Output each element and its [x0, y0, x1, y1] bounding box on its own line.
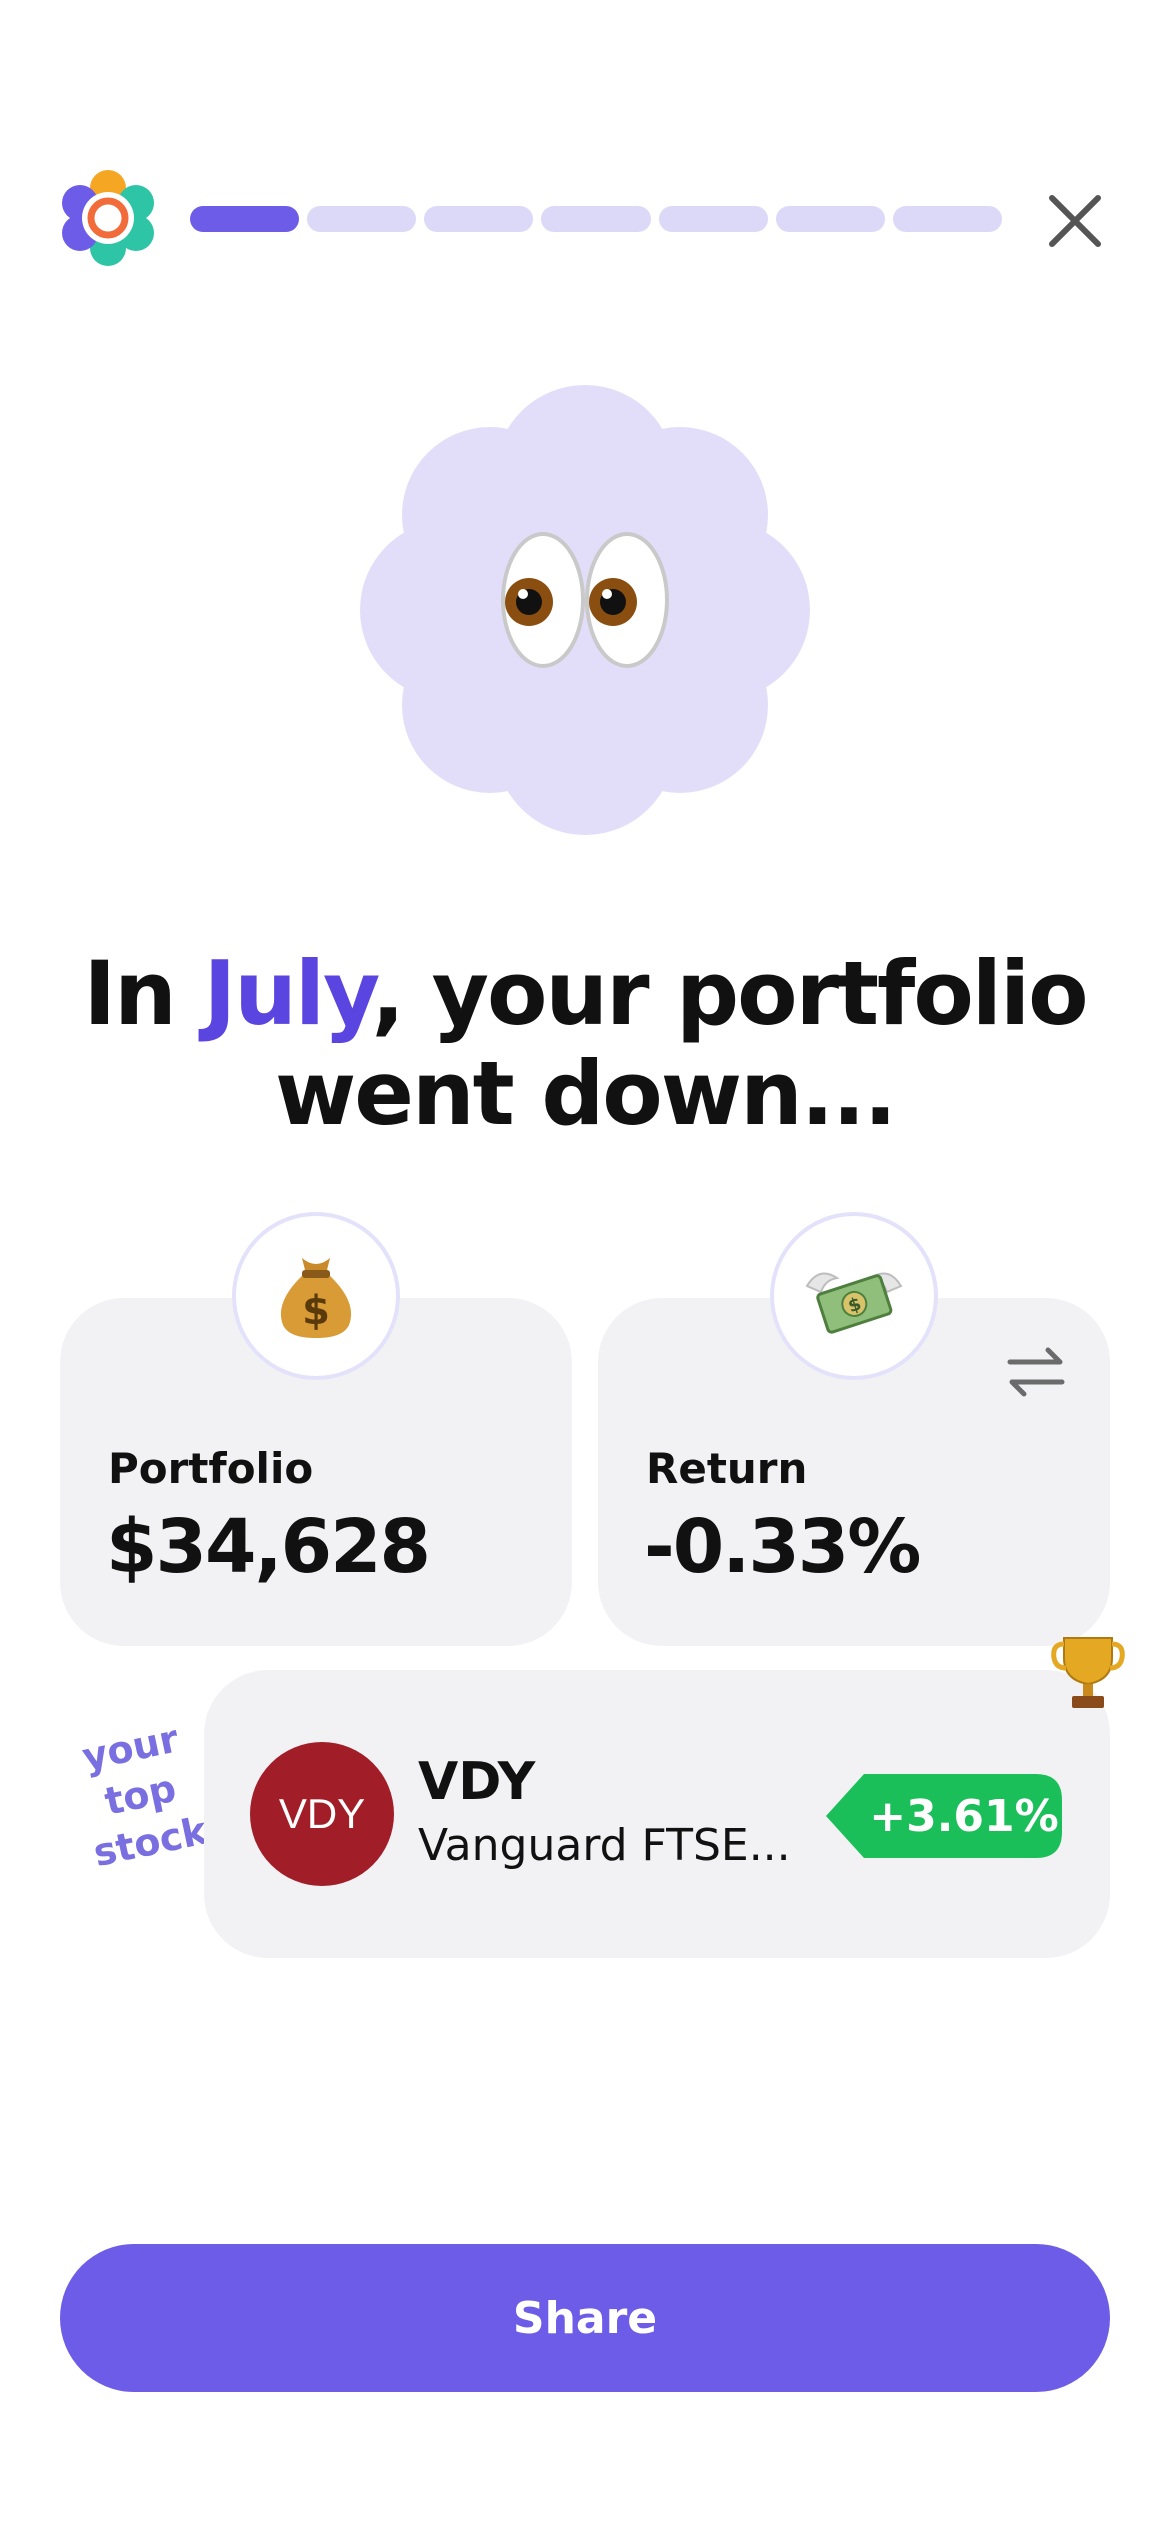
portfolio-label: Portfolio — [108, 1444, 314, 1493]
progress-segment-7 — [892, 206, 1002, 232]
return-value: -0.33% — [644, 1504, 921, 1590]
close-button[interactable] — [1040, 186, 1110, 256]
top-stock-note: your top stock — [52, 1709, 229, 1881]
hero-illustration — [355, 380, 815, 840]
progress-segment-1 — [190, 206, 300, 232]
progress-segment-2 — [307, 206, 417, 232]
swap-arrows-icon[interactable] — [1004, 1344, 1068, 1400]
share-button[interactable]: Share — [60, 2244, 1110, 2392]
title-prefix: In — [83, 942, 204, 1045]
portfolio-value: $34,628 — [106, 1504, 431, 1590]
app-logo-icon — [58, 168, 158, 268]
stock-change-badge: +3.61% — [826, 1774, 1062, 1858]
progress-segment-4 — [541, 206, 651, 232]
progress-segment-5 — [658, 206, 768, 232]
money-wings-bubble: $ — [770, 1212, 938, 1380]
stock-change-value: +3.61% — [869, 1790, 1059, 1842]
progress-segment-3 — [424, 206, 534, 232]
swap-button[interactable] — [1004, 1344, 1068, 1400]
eyes-emoji-icon — [501, 532, 669, 668]
svg-text:$: $ — [302, 1288, 330, 1334]
money-bag-bubble: $ — [232, 1212, 400, 1380]
trophy-icon — [1050, 1628, 1126, 1712]
stock-logo: VDY — [250, 1742, 394, 1886]
return-label: Return — [646, 1444, 808, 1493]
page-title: In July, your portfolio went down... — [60, 944, 1110, 1144]
close-icon[interactable] — [1040, 186, 1110, 256]
title-line-1: In July, your portfolio — [60, 944, 1110, 1044]
stock-name: Vanguard FTSE... — [418, 1820, 791, 1871]
title-month: July — [203, 942, 373, 1045]
title-suffix: , your portfolio — [371, 942, 1089, 1045]
money-with-wings-icon: $ — [805, 1272, 903, 1334]
stock-ticker: VDY — [418, 1752, 536, 1812]
money-bag-icon: $ — [280, 1258, 352, 1338]
title-line-2: went down... — [274, 1042, 897, 1145]
progress-segment-6 — [775, 206, 885, 232]
story-progress — [190, 206, 1002, 232]
